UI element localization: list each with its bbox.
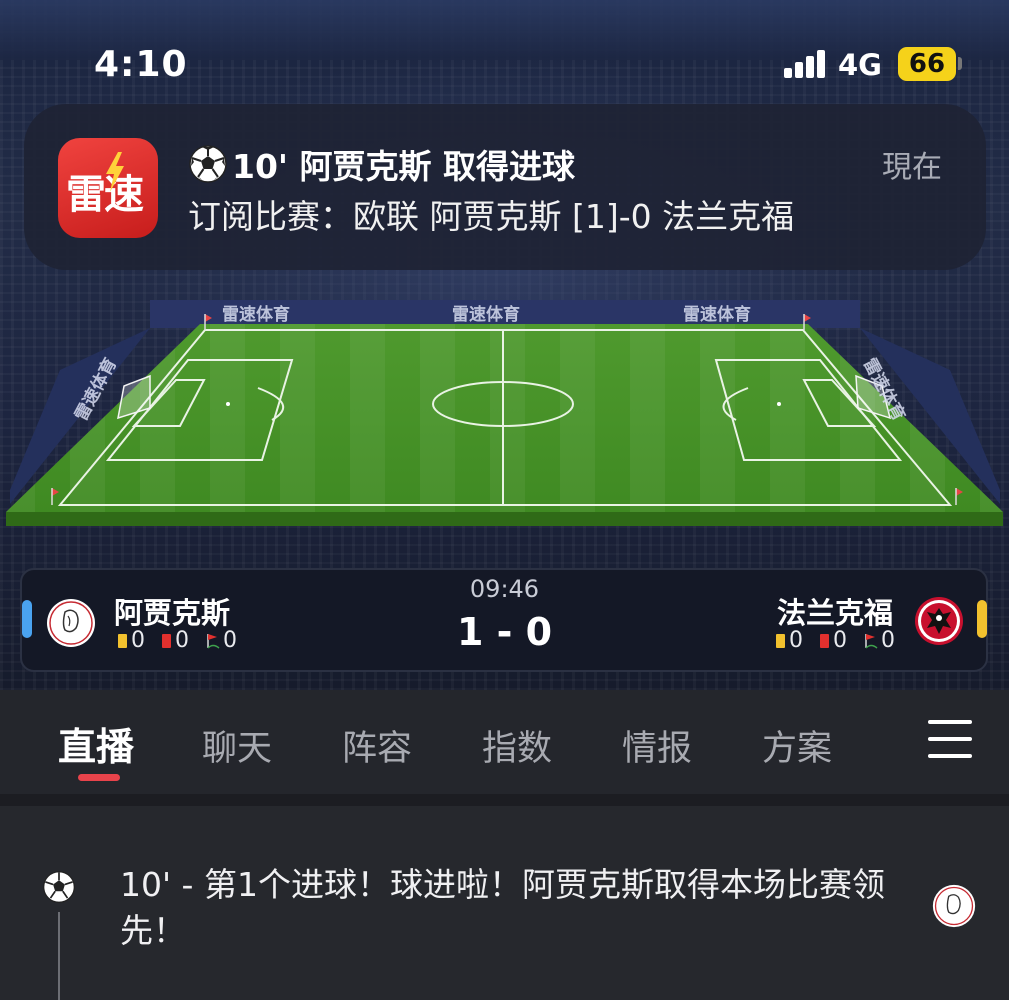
menu-icon[interactable] <box>928 720 972 760</box>
ad-board-text: 雷速体育 <box>452 305 520 325</box>
cellular-signal-icon <box>784 50 828 78</box>
corner-flag-icon <box>865 634 878 649</box>
timeline-line <box>58 912 60 1000</box>
ad-board-text: 雷速体育 <box>683 305 751 325</box>
tab-live[interactable]: 直播 <box>58 716 134 771</box>
ad-board-text: 雷速体育 <box>222 305 290 325</box>
status-bar: 4:10 4G 66 <box>0 0 1009 100</box>
notification-time: 現在 <box>882 150 942 185</box>
feed-divider <box>0 794 1009 806</box>
notification-body: 订阅比赛：欧联 阿贾克斯 [1]-0 法兰克福 <box>188 197 795 236</box>
network-type: 4G <box>838 48 882 82</box>
tab-odds[interactable]: 指数 <box>482 720 552 771</box>
soccer-ball-icon <box>189 145 227 183</box>
active-tab-indicator <box>78 774 120 781</box>
notification-title-text: 10' 阿贾克斯 取得进球 <box>232 147 576 186</box>
feed-item-text: 10' - 第1个进球！球进啦！阿贾克斯取得本场比赛领先！ <box>120 865 885 950</box>
away-yellow-cards: 0 <box>789 628 803 653</box>
pitch-view: 雷速体育 雷速体育 雷速体育 雷速体育 雷速体育 <box>0 290 1009 550</box>
ajax-crest-icon <box>932 884 976 928</box>
away-corners: 0 <box>881 628 895 653</box>
football-pitch <box>6 300 1003 526</box>
battery-icon: 66 <box>898 47 956 81</box>
tab-plans[interactable]: 方案 <box>762 720 832 771</box>
push-notification[interactable]: 雷速 10' 阿贾克斯 取得进球 订阅比赛：欧联 阿贾克斯 [1]-0 法兰克福… <box>24 104 986 270</box>
eintracht-crest-icon[interactable] <box>914 596 964 646</box>
tab-lineup[interactable]: 阵容 <box>342 720 412 771</box>
away-team-name[interactable]: 法兰克福 <box>777 590 893 632</box>
away-red-cards: 0 <box>833 628 847 653</box>
away-team-stats: 0 0 0 <box>776 628 895 653</box>
tab-bar: 直播 聊天 阵容 指数 情报 方案 <box>0 690 1009 794</box>
yellow-card-icon <box>776 634 785 648</box>
soccer-ball-icon <box>43 871 75 903</box>
tab-intel[interactable]: 情报 <box>622 720 692 771</box>
red-card-icon <box>820 634 829 648</box>
lightning-icon <box>106 152 124 192</box>
battery-nub <box>958 57 962 70</box>
status-time: 4:10 <box>94 44 188 85</box>
app-icon: 雷速 <box>58 138 158 238</box>
notification-title: 10' 阿贾克斯 取得进球 <box>188 140 575 188</box>
tab-chat[interactable]: 聊天 <box>202 720 272 771</box>
